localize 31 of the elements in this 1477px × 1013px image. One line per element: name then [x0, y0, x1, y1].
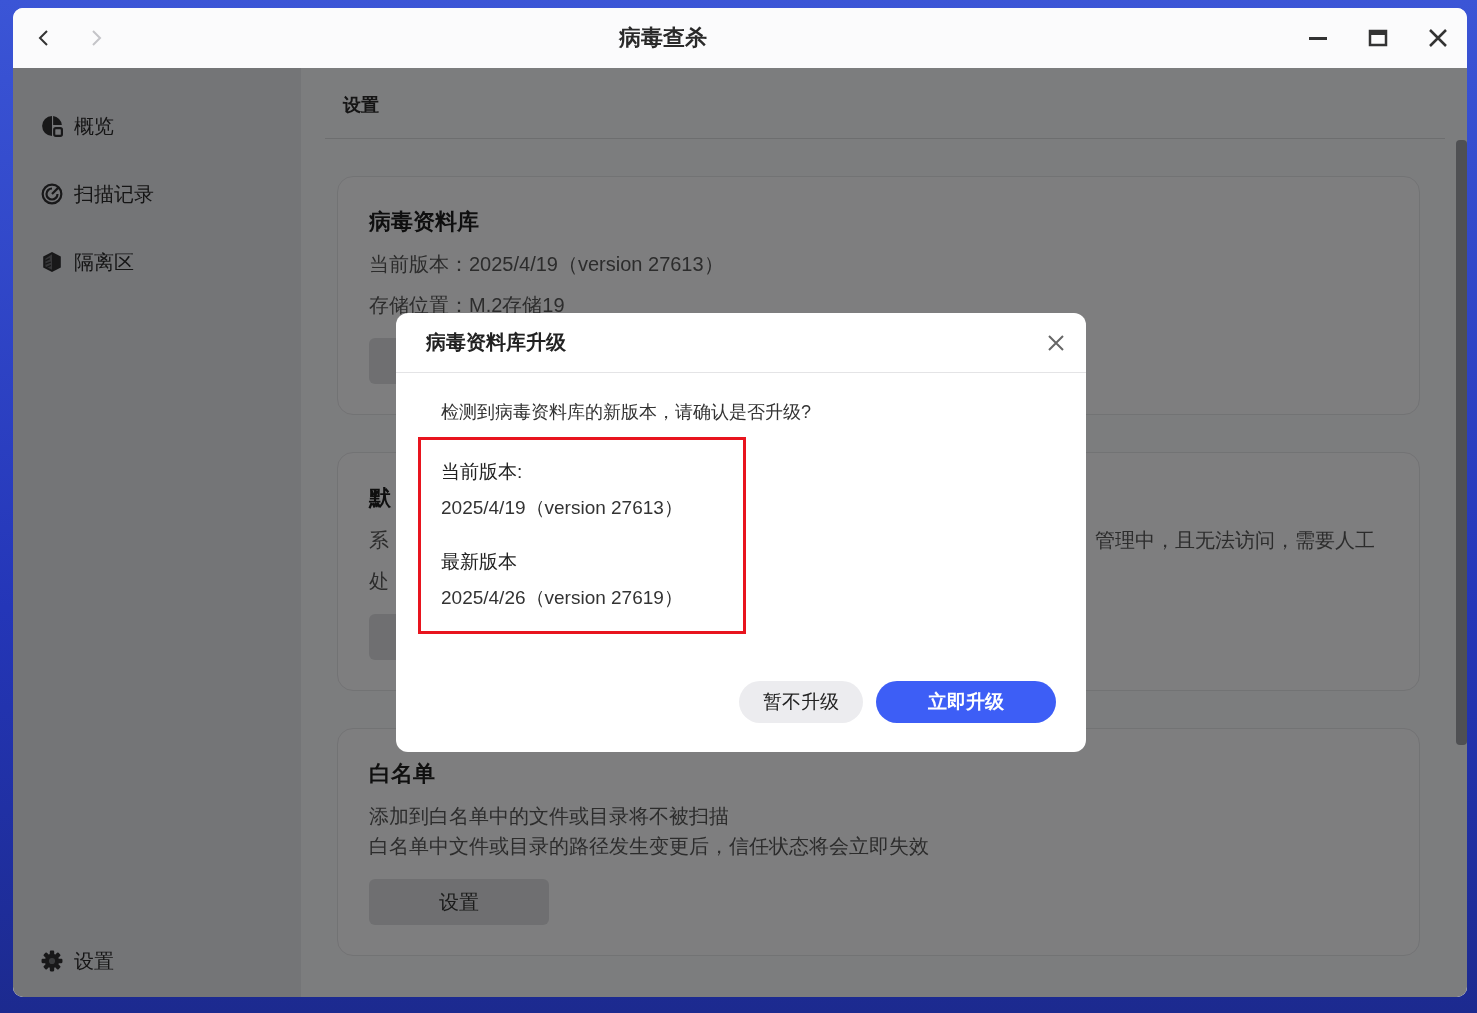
- card-title: 默: [369, 484, 391, 512]
- card-text: 添加到白名单中的文件或目录将不被扫描: [369, 804, 729, 829]
- version-label: 当前版本:: [441, 460, 524, 484]
- card-text: 处: [369, 569, 389, 594]
- dialog-message: 检测到病毒资料库的新版本，请确认是否升级?: [440, 401, 812, 424]
- card-text: 白名单中文件或目录的路径发生变更后，信任状态将会立即失效: [369, 834, 929, 859]
- records-icon: [41, 183, 63, 205]
- later-button[interactable]: 暂不升级: [739, 681, 863, 723]
- version-label: 最新版本: [441, 550, 518, 574]
- close-icon[interactable]: [1427, 27, 1449, 49]
- card-button[interactable]: 设置: [369, 879, 549, 925]
- sidebar-item[interactable]: 概览: [74, 112, 114, 140]
- card-text: 系: [369, 528, 389, 553]
- maximize-icon[interactable]: [1367, 27, 1389, 49]
- sidebar-item[interactable]: 设置: [74, 947, 114, 975]
- upgrade-now-button[interactable]: 立即升级: [876, 681, 1056, 723]
- version-value: 2025/4/19（version 27613）: [441, 496, 684, 520]
- page-heading: 设置: [341, 94, 380, 117]
- card-text: 当前版本：2025/4/19（version 27613）: [369, 252, 724, 277]
- quarantine-icon: [41, 251, 63, 273]
- overview-icon: [41, 115, 63, 137]
- card-title: 白名单: [369, 760, 435, 788]
- dialog-title: 病毒资料库升级: [426, 330, 567, 355]
- window-title: 病毒查杀: [618, 24, 708, 52]
- scrollbar[interactable]: [1456, 140, 1467, 745]
- settings-icon: [41, 950, 63, 972]
- card-title: 病毒资料库: [369, 208, 479, 236]
- sidebar-item[interactable]: 隔离区: [74, 248, 134, 276]
- version-value: 2025/4/26（version 27619）: [441, 586, 684, 610]
- card-text: 管理中，且无法访问，需要人工: [1095, 528, 1375, 553]
- sidebar-item[interactable]: 扫描记录: [74, 180, 154, 208]
